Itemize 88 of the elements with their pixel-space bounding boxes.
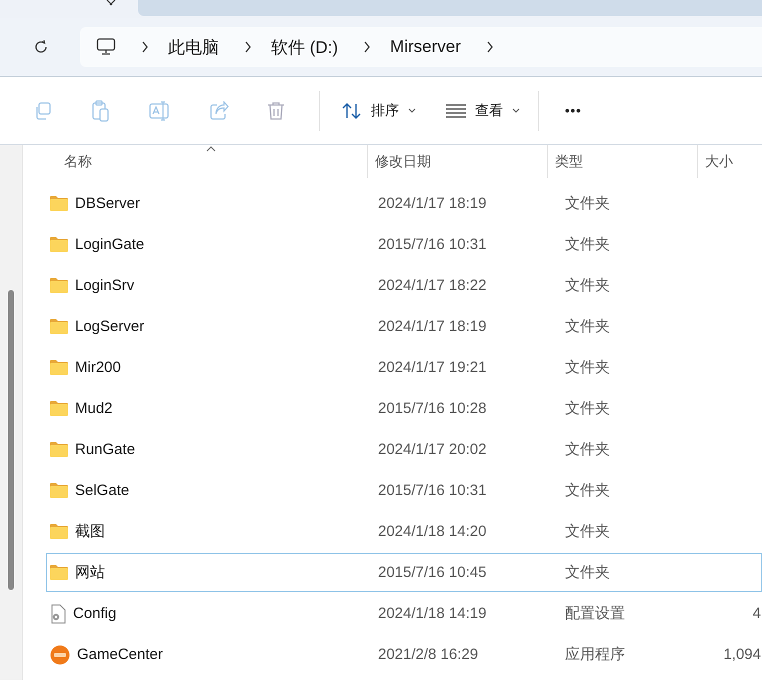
modified-date: 2015/7/16 10:31 [378,482,486,499]
breadcrumb[interactable]: 此电脑 [168,36,219,58]
column-header[interactable]: 类型 [547,145,697,178]
view-button[interactable]: 查看 [438,102,528,120]
file-type: 文件夹 [565,399,610,418]
refresh-icon[interactable] [33,39,49,55]
file-type: 文件夹 [565,440,610,459]
folder-icon [50,524,68,539]
folder-icon [50,565,68,580]
file-row[interactable]: GameCenter 2021/2/8 16:29 应用程序 1,094 [46,635,762,674]
file-size: 1,094 [723,646,761,663]
file-type: 文件夹 [565,276,610,295]
modified-date: 2015/7/16 10:31 [378,236,486,253]
file-row[interactable]: Config 2024/1/18 14:19 配置设置 4 [46,594,762,633]
file-type: 配置设置 [565,604,625,623]
share-icon[interactable] [209,100,229,120]
file-name: 网站 [75,563,105,582]
breadcrumb[interactable]: Mirserver [390,37,461,57]
file-type: 文件夹 [565,481,610,500]
modified-date: 2024/1/17 18:19 [378,318,486,335]
file-row[interactable]: LogServer 2024/1/17 18:19 文件夹 [46,307,762,346]
address-bar[interactable]: 此电脑 软件 (D:) Mirserver [80,27,762,67]
chevron-icon[interactable] [363,41,372,53]
file-row[interactable]: Mud2 2015/7/16 10:28 文件夹 [46,389,762,428]
modified-date: 2024/1/17 19:21 [378,359,486,376]
modified-date: 2024/1/17 20:02 [378,441,486,458]
file-row[interactable]: 网站 2015/7/16 10:45 文件夹 [46,553,762,592]
modified-date: 2024/1/17 18:19 [378,195,486,212]
file-row[interactable]: DBServer 2024/1/17 18:19 文件夹 [46,184,762,223]
file-size: 4 [752,605,761,622]
file-name: LoginSrv [75,277,134,294]
folder-icon [50,483,68,498]
folder-icon [50,237,68,252]
breadcrumb[interactable]: 软件 (D:) [271,36,338,58]
file-name: RunGate [75,441,136,458]
list-icon [446,104,466,118]
file-type: 文件夹 [565,235,610,254]
clipboard-icon[interactable] [91,100,111,122]
file-name: DBServer [75,195,140,212]
file-name: GameCenter [77,646,163,663]
file-name: LogServer [75,318,144,335]
modified-date: 2015/7/16 10:45 [378,564,486,581]
file-name: Config [73,605,116,622]
sort-button[interactable]: 排序 [334,102,424,120]
file-row[interactable]: SelGate 2015/7/16 10:31 文件夹 [46,471,762,510]
file-type: 文件夹 [565,194,610,213]
file-row[interactable]: 截图 2024/1/18 14:20 文件夹 [46,512,762,551]
modified-date: 2021/2/8 16:29 [378,646,478,663]
file-type: 文件夹 [565,522,610,541]
sort-icon [342,102,362,120]
chevron-icon[interactable] [141,41,149,53]
file-type: 应用程序 [565,645,625,664]
modified-date: 2024/1/17 18:22 [378,277,486,294]
file-type: 文件夹 [565,358,610,377]
app-icon [50,644,70,664]
folder-icon [50,196,68,211]
file-name: Mir200 [75,359,121,376]
file-name: SelGate [75,482,130,499]
modified-date: 2024/1/18 14:20 [378,523,486,540]
scrollbar-thumb[interactable] [8,290,14,590]
file-row[interactable]: Mir200 2024/1/17 19:21 文件夹 [46,348,762,387]
modified-date: 2024/1/18 14:19 [378,605,486,622]
file-row[interactable]: RunGate 2024/1/17 20:02 文件夹 [46,430,762,469]
file-type: 文件夹 [565,563,610,582]
column-header[interactable]: 大小 [697,145,762,178]
computer-icon [96,38,116,56]
folder-icon [50,278,68,293]
chevron-icon[interactable] [244,41,252,53]
caret-icon [512,108,520,113]
file-name: Mud2 [75,400,113,417]
file-type: 文件夹 [565,317,610,336]
rename-icon[interactable] [149,100,171,120]
file-name: 截图 [75,522,105,541]
modified-date: 2015/7/16 10:28 [378,400,486,417]
column-header[interactable]: 名称 [46,145,367,178]
more-button[interactable]: ••• [559,102,588,119]
config-file-icon [50,604,66,624]
folder-icon [50,442,68,457]
folder-icon [50,360,68,375]
file-row[interactable]: LoginSrv 2024/1/17 18:22 文件夹 [46,266,762,305]
folder-icon [50,401,68,416]
file-name: LoginGate [75,236,144,253]
chevron-icon[interactable] [486,41,494,53]
trash-icon[interactable] [267,100,285,120]
folder-icon [50,319,68,334]
file-row[interactable]: LoginGate 2015/7/16 10:31 文件夹 [46,225,762,264]
column-header[interactable]: 修改日期 [367,145,547,178]
caret-icon [408,108,416,113]
